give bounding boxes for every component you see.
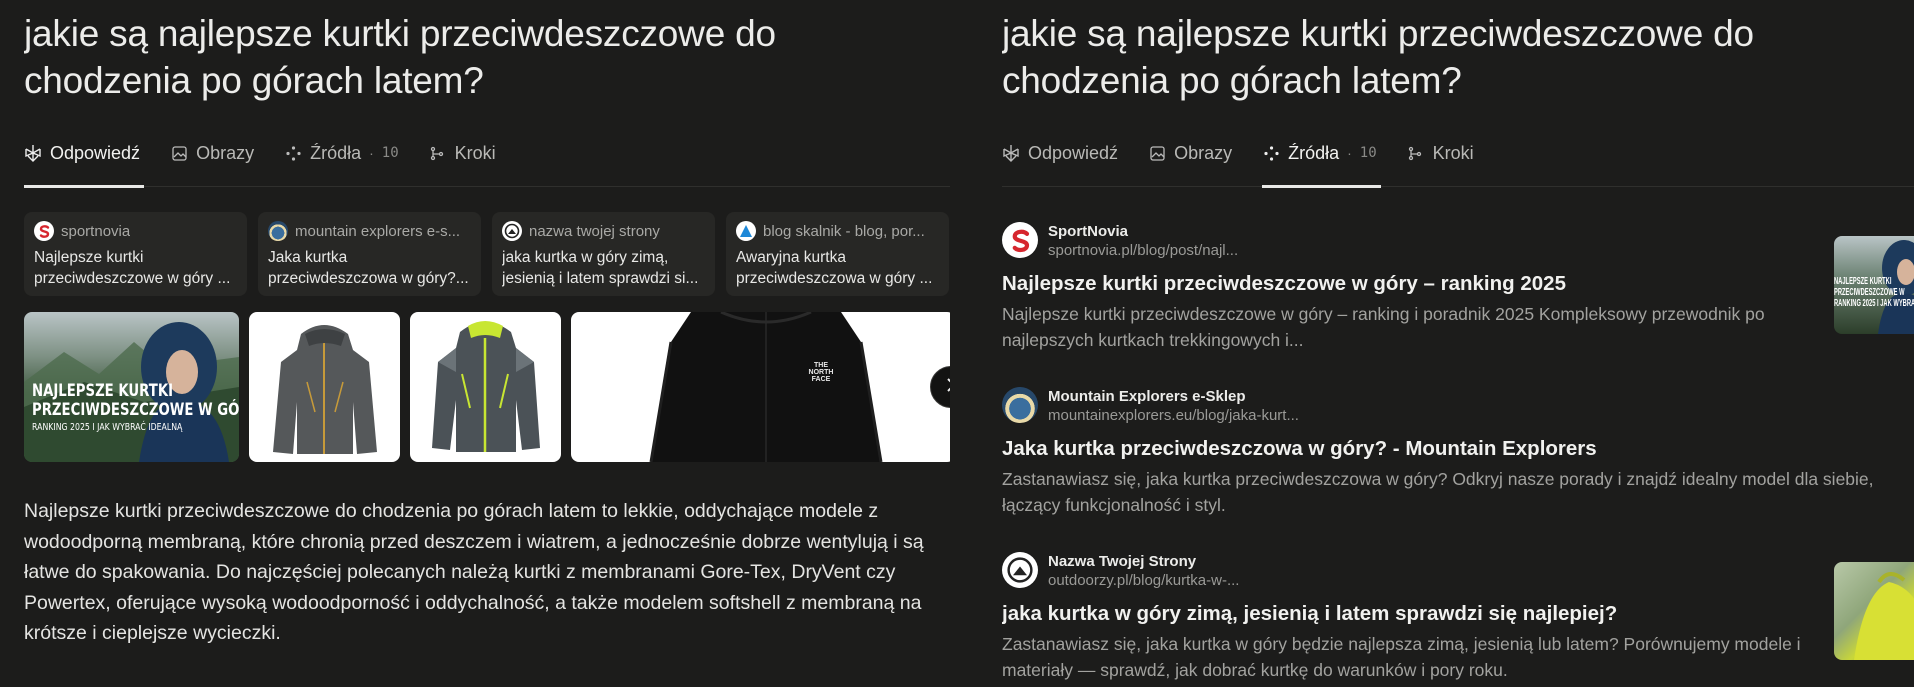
image-softshell-jacket[interactable] [410,312,561,462]
tab-sources-label: Źródła [1288,142,1340,163]
sources-panel: jakie są najlepsze kurtki przeciwdeszczo… [1002,0,1914,687]
search-results: SportNovia sportnovia.pl/blog/post/najl.… [1002,222,1914,687]
mountain-explorers-favicon-icon [268,221,288,241]
tab-images[interactable]: Obrazy [1148,133,1232,173]
tab-steps[interactable]: Kroki [429,133,496,173]
source-card-title: jaka kurtka w góry zimą, jesienią i late… [502,249,699,287]
image-strip: NAJLEPSZE KURTKI PRZECIWDESZCZOWE W GÓRY… [24,312,950,462]
perplexity-icon [1002,144,1020,162]
result-snippet: Zastanawiasz się, jaka kurtka przeciwdes… [1002,469,1874,515]
steps-icon [1407,144,1425,162]
thumb-text: NAJLEPSZE KURTKI PRZECIWDESZCZOWE W RANK… [1834,275,1914,309]
source-card[interactable]: blog skalnik - blog, por... Awaryjna kur… [726,212,949,296]
source-card[interactable]: mountain explorers e-s... Jaka kurtka pr… [258,212,481,296]
sources-count: 10 [1359,145,1377,161]
tab-steps-label: Kroki [454,142,496,163]
banner-line1: NAJLEPSZE KURTKI [32,381,174,401]
tab-images-label: Obrazy [196,142,255,163]
result-thumbnail[interactable]: NAJLEPSZE KURTKI PRZECIWDESZCZOWE W RANK… [1834,236,1914,334]
source-card-site: mountain explorers e-s... [295,222,461,240]
outdoorzy-favicon-icon [502,221,522,241]
result-url[interactable]: sportnovia.pl/blog/post/najl... [1048,241,1238,261]
result-url[interactable]: outdoorzy.pl/blog/kurtka-w-... [1048,571,1239,591]
source-card-title: Najlepsze kurtki przeciwdeszczowe w góry… [34,249,231,287]
tab-steps-label: Kroki [1432,142,1474,163]
chevron-right-icon [945,377,950,397]
tab-steps[interactable]: Kroki [1407,133,1474,173]
source-card-site: blog skalnik - blog, por... [763,222,925,240]
tab-sources-label: Źródła [310,142,362,163]
result-snippet: Zastanawiasz się, jaka kurtka w góry będ… [1002,634,1801,680]
tab-sources[interactable]: Źródła · 10 [284,133,399,173]
skalnik-favicon-icon [736,221,756,241]
tab-images[interactable]: Obrazy [170,133,254,173]
banner-line2: PRZECIWDESZCZOWE W GÓRY [32,400,239,420]
perplexity-icon [24,144,42,162]
separator-dot: · [369,145,374,161]
result-site-name: Nazwa Twojej Strony [1048,553,1197,570]
steps-icon [429,144,447,162]
mountain-explorers-favicon-icon [1002,387,1038,423]
image-icon [1148,144,1166,162]
tab-images-label: Obrazy [1174,142,1233,163]
result-site-name: Mountain Explorers e-Sklep [1048,388,1246,405]
source-card-site: sportnovia [61,222,131,240]
north-face-logo: THE NORTH FACE [808,362,834,383]
sources-count: 10 [381,145,399,161]
question-title: jakie są najlepsze kurtki przeciwdeszczo… [24,13,776,101]
search-result[interactable]: Mountain Explorers e-Sklep mountainexplo… [1002,387,1914,552]
answer-panel: jakie są najlepsze kurtki przeciwdeszczo… [24,0,950,687]
outdoorzy-favicon-icon [1002,552,1038,588]
image-icon [170,144,188,162]
tab-answer[interactable]: Odpowiedź [24,133,145,188]
sportnovia-favicon-icon [1002,222,1038,258]
search-result[interactable]: SportNovia sportnovia.pl/blog/post/najl.… [1002,222,1914,387]
answer-text: Najlepsze kurtki przeciwdeszczowe do cho… [24,500,924,644]
image-black-jacket[interactable]: THE NORTH FACE [571,312,950,462]
sportnovia-favicon-icon [34,221,54,241]
tab-answer-label: Odpowiedź [1028,142,1119,163]
sources-icon [284,144,302,162]
result-snippet: Najlepsze kurtki przeciwdeszczowe w góry… [1002,304,1765,350]
question-title: jakie są najlepsze kurtki przeciwdeszczo… [1002,13,1754,101]
source-card[interactable]: nazwa twojej strony jaka kurtka w góry z… [492,212,715,296]
tab-bar: Odpowiedź Obrazy Źródła · 10 Kroki [1002,133,1914,188]
image-gray-jacket[interactable] [249,312,400,462]
tab-sources[interactable]: Źródła · 10 [1262,133,1381,188]
search-result[interactable]: Nazwa Twojej Strony outdoorzy.pl/blog/ku… [1002,552,1914,687]
result-title[interactable]: jaka kurtka w góry zimą, jesienią i late… [1002,601,1914,627]
image-banner-jacket-ranking[interactable]: NAJLEPSZE KURTKI PRZECIWDESZCZOWE W GÓRY… [24,312,239,462]
result-site-name: SportNovia [1048,223,1129,240]
sources-icon [1262,144,1280,162]
tab-answer-label: Odpowiedź [50,142,141,163]
tab-bar: Odpowiedź Obrazy Źródła · 10 Kroki [24,133,950,188]
source-card-site: nazwa twojej strony [529,222,660,240]
tab-answer[interactable]: Odpowiedź [1002,133,1118,173]
source-cards: sportnovia Najlepsze kurtki przeciwdeszc… [24,212,949,296]
result-thumbnail[interactable] [1834,562,1914,660]
banner-line3: RANKING 2025 I JAK WYBRAĆ IDEALNĄ [32,422,183,433]
source-card-title: Awaryjna kurtka przeciwdeszczowa w góry … [736,249,933,287]
result-url[interactable]: mountainexplorers.eu/blog/jaka-kurt... [1048,406,1299,426]
separator-dot: · [1347,145,1352,161]
result-title[interactable]: Najlepsze kurtki przeciwdeszczowe w góry… [1002,271,1914,297]
result-title[interactable]: Jaka kurtka przeciwdeszczowa w góry? - M… [1002,436,1914,462]
source-card-title: Jaka kurtka przeciwdeszczowa w góry?... [268,249,469,287]
source-card[interactable]: sportnovia Najlepsze kurtki przeciwdeszc… [24,212,247,296]
